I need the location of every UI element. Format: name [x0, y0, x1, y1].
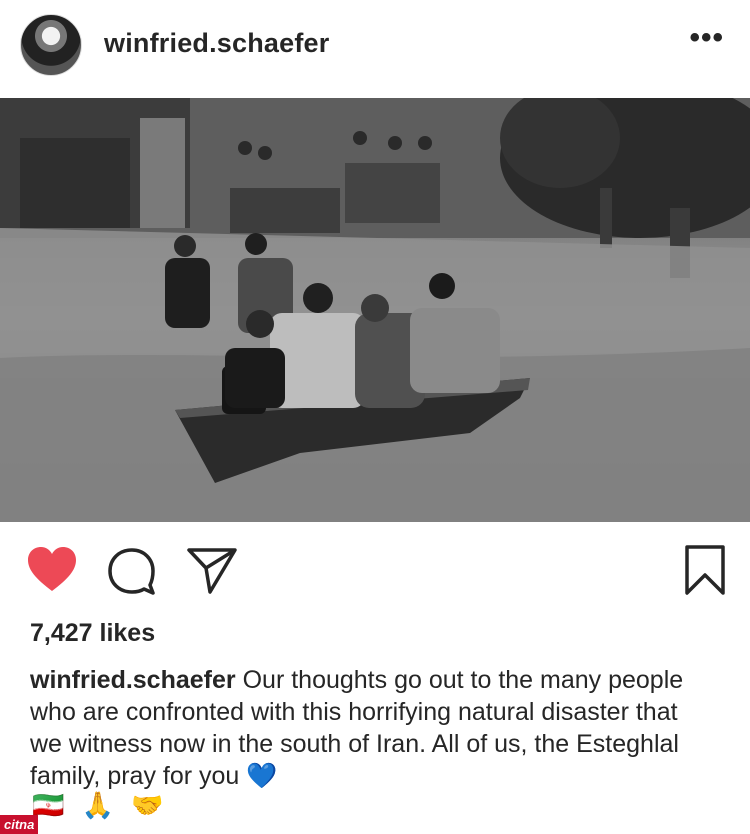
- comment-icon[interactable]: [106, 547, 156, 595]
- avatar[interactable]: [20, 14, 82, 76]
- post-header: winfried.schaefer •••: [0, 0, 750, 98]
- post-username[interactable]: winfried.schaefer: [104, 28, 329, 59]
- more-options-icon[interactable]: •••: [689, 23, 724, 53]
- paper-plane-icon[interactable]: [186, 546, 238, 594]
- action-bar: [0, 540, 750, 604]
- post-caption: winfried.schaefer Our thoughts go out to…: [30, 664, 710, 792]
- flood-scene-image: [0, 98, 750, 522]
- praying-hands-emoji: 🙏: [81, 790, 114, 820]
- watermark-logo: citna: [0, 815, 39, 834]
- heart-filled-icon[interactable]: [26, 546, 78, 594]
- handshake-emoji: 🤝: [131, 790, 164, 820]
- post-photo[interactable]: [0, 98, 750, 522]
- caption-username[interactable]: winfried.schaefer: [30, 666, 236, 694]
- caption-emojis: 🇮🇷 🙏 🤝: [32, 790, 174, 820]
- bookmark-icon[interactable]: [684, 544, 726, 596]
- likes-count[interactable]: 7,427 likes: [30, 619, 155, 648]
- blue-heart-emoji: 💙: [246, 762, 278, 790]
